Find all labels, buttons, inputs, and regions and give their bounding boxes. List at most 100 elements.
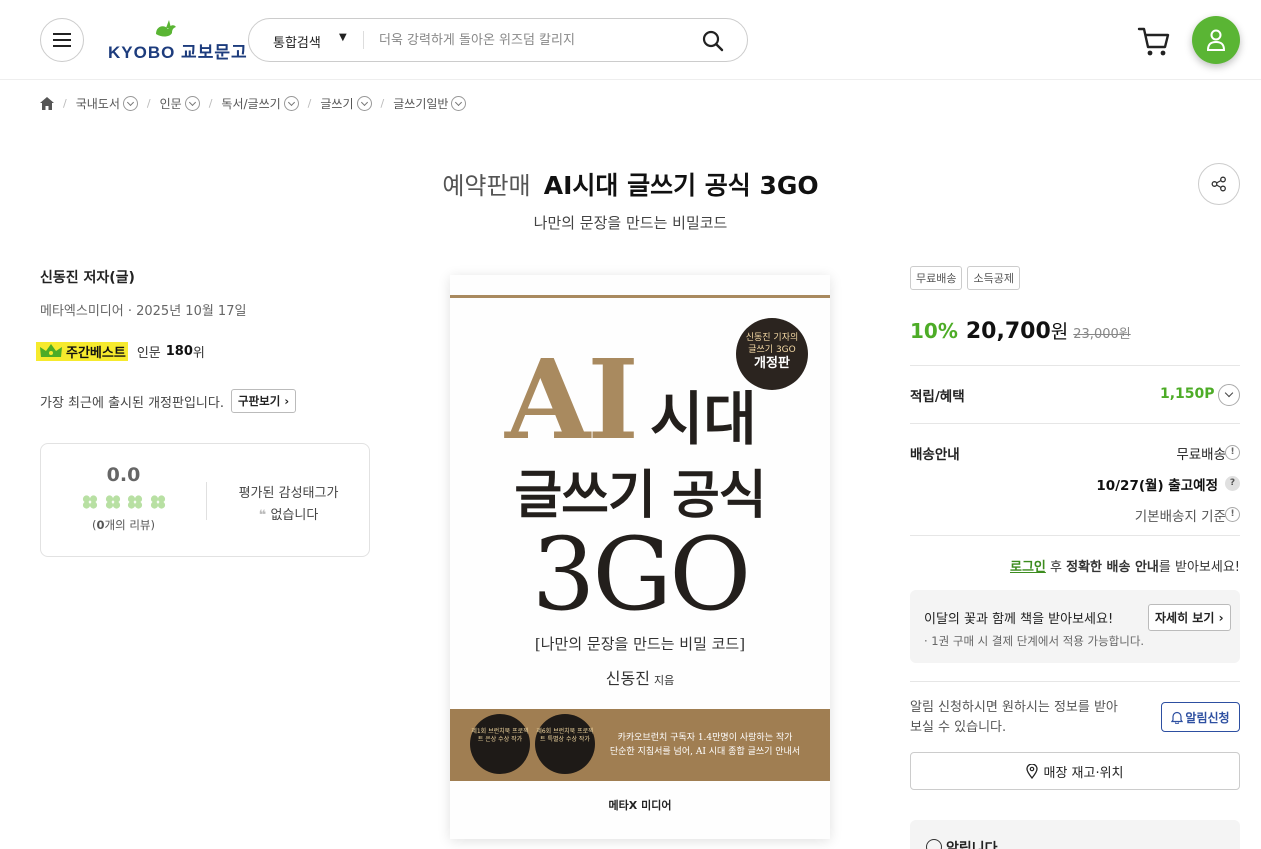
delivery-free-text: 무료배송 [1176,447,1226,463]
flower-details-label: 자세히 보기 [1155,611,1215,625]
hamburger-icon [53,33,71,47]
quote-icon: ❝ [258,508,267,523]
points-expand-icon[interactable] [1218,384,1240,406]
bestseller-label: 주간베스트 [66,345,126,361]
search-divider [363,31,364,49]
breadcrumb-separator: / [208,96,213,110]
review-count-suffix: 개의 리뷰) [104,518,155,532]
search-icon[interactable] [701,29,725,53]
notice-title: 알립니다 [946,841,998,849]
points-value: 1,150P [1160,386,1215,402]
breadcrumb-separator: / [63,96,67,110]
user-icon [1206,29,1226,51]
delivery-label: 배송안내 [910,447,960,463]
discount-rate: 10% [910,319,958,343]
cover-title-line2: 글쓰기 공식 [514,465,766,526]
edition-text: 가장 최근에 출시된 개정판입니다. [40,395,224,411]
menu-button[interactable] [40,18,84,62]
store-stock-button[interactable]: 매장 재고·위치 [910,752,1240,790]
cover-rule [450,295,830,298]
cover-band-text: 카카오브런치 구독자 1.4만명이 사랑하는 작가 단순한 지침서를 넘어, A… [600,731,810,759]
divider [910,423,1240,424]
cover-ai-text: AI [505,335,639,464]
user-button[interactable] [1192,16,1240,64]
bestseller-category: 인문 [136,345,161,361]
notice-icon [926,839,942,849]
location-pin-icon [1026,763,1039,779]
cover-band-line2: 단순한 지침서를 넘어, AI 시대 종합 글쓰기 안내서 [609,747,801,757]
cover-band-line1: 카카오브런치 구독자 1.4만명이 사랑하는 작가 [617,733,793,743]
seal-line-2: 글쓰기 3GO [748,345,796,355]
breadcrumb-item[interactable]: 국내도서 [76,95,120,112]
logo-bird-icon [156,20,176,37]
chevron-down-icon[interactable] [356,95,372,111]
old-edition-button[interactable]: 구판보기 › [230,389,297,413]
clover-rating [81,494,167,510]
seal-line-3: 개정판 [754,356,790,371]
bestseller-rank[interactable]: 주간베스트 인문 180 위 [36,341,205,361]
review-score: 0.0 [106,464,141,486]
kyobo-logo[interactable]: KYOBO 교보문고 [108,20,247,62]
product-title: 예약판매 AI시대 글쓰기 공식 3GO [0,166,1261,202]
chevron-down-icon[interactable] [184,95,200,111]
review-summary: 0.0 (0개의 리뷰) 평가된 감성태그가 ❝ 없습니다 [40,443,370,557]
help-icon[interactable]: ? [1225,476,1240,491]
cover-author: 신동진 지음 [450,665,830,689]
chevron-down-icon[interactable] [122,95,138,111]
page-title: AI시대 글쓰기 공식 3GO [543,171,819,200]
clover-icon [105,495,120,509]
edition-notice: 가장 최근에 출시된 개정판입니다. 구판보기 › [40,389,297,413]
breadcrumb-item[interactable]: 독서/글쓰기 [221,95,280,112]
points-label: 적립/혜택 [910,389,965,405]
info-icon[interactable]: ! [1225,507,1240,522]
logo-text: KYOBO 교보문고 [108,43,248,62]
seal-line-1: 신동진 기자의 [745,333,799,343]
flower-details-button[interactable]: 자세히 보기 › [1148,604,1231,631]
site-header: KYOBO 교보문고 통합검색 ▼ [0,0,1261,80]
review-count[interactable]: (0개의 리뷰) [41,517,206,533]
review-count-number: 0 [96,518,105,532]
alert-subscribe-button[interactable]: 알림신청 [1161,702,1240,732]
publisher-info: 메타엑스미디어 · 2025년 10월 17일 [40,304,247,319]
emotion-tag-empty-text: 없습니다 [270,508,319,523]
cover-subtitle: [나만의 문장을 만드는 비밀 코드] [534,635,746,653]
breadcrumb-item[interactable]: 글쓰기일반 [393,95,448,112]
clover-icon [150,495,166,509]
cart-icon[interactable] [1137,26,1171,58]
login-link[interactable]: 로그인 [1010,560,1046,575]
home-icon[interactable] [40,96,54,110]
cover-edition-seal: 신동진 기자의 글쓰기 3GO 개정판 [736,318,808,390]
breadcrumb-item[interactable]: 인문 [160,95,182,112]
sale-price: 20,700 [965,319,1051,344]
bestseller-badge: 주간베스트 [36,341,128,361]
price-row: 10% 20,700 원 23,000원 [910,317,1131,347]
page-subtitle: 나만의 문장을 만드는 비밀코드 [533,214,728,232]
tax-deduction-badge: 소득공제 [967,266,1020,290]
author-link[interactable]: 신동진 저자(글) [40,267,135,287]
alert-subscribe-label: 알림신청 [1185,710,1230,725]
emotion-tag-empty: ❝ 없습니다 [216,504,361,523]
award-seal: 제6회 브런치북 프로젝트 특별상 수상 작가 [535,714,595,774]
search-type-select[interactable]: 통합검색 [273,32,321,51]
cover-title-line3: 3GO [531,516,752,633]
breadcrumb-item[interactable]: 글쓰기 [320,95,353,112]
share-button[interactable] [1198,163,1240,205]
info-icon[interactable]: ! [1225,445,1240,460]
chevron-right-icon: › [284,394,290,408]
divider [910,365,1240,366]
notice-box: 알립니다 [910,820,1240,849]
chevron-down-icon[interactable] [283,95,299,111]
breadcrumb-separator: / [146,96,151,110]
cover-sidae-text: 시대 [650,385,757,453]
store-stock-label: 매장 재고·위치 [1043,765,1124,781]
caret-down-icon[interactable]: ▼ [339,32,347,43]
flower-promo-note: · 1권 구매 시 결제 단계에서 적용 가능합니다. [924,634,1145,648]
benefit-badges: 무료배송 소득공제 [910,266,1025,290]
ship-basis[interactable]: 기본배송지 기준 [1135,505,1226,525]
chevron-right-icon: › [1218,611,1224,625]
cover-band: 제1회 브런치북 프로젝트 은상 수상 작가 제6회 브런치북 프로젝트 특별상… [450,709,830,781]
search-input[interactable] [379,29,679,51]
review-divider [206,482,207,520]
book-cover-image[interactable]: 신동진 기자의 글쓰기 3GO 개정판 AI 시대 글쓰기 공식 3GO [나만… [450,275,830,839]
chevron-down-icon[interactable] [451,95,467,111]
